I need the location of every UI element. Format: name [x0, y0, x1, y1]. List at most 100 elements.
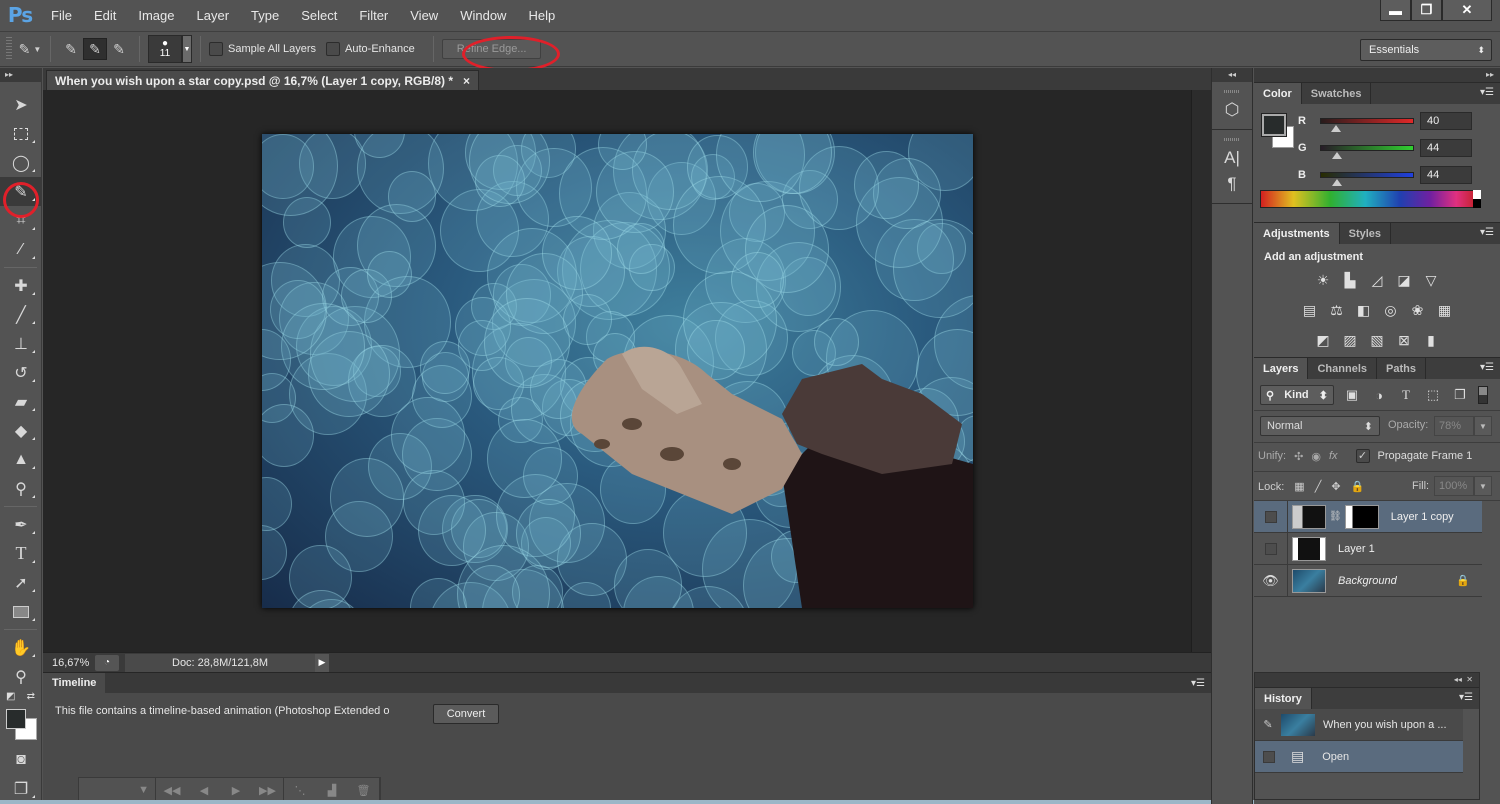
vertical-scrollbar[interactable] [1191, 90, 1211, 652]
status-info-icon[interactable]: ◔ [95, 654, 119, 671]
panel-menu-icon[interactable]: ▾☰ [1480, 227, 1494, 238]
green-slider-thumb[interactable] [1332, 152, 1342, 159]
blue-value-input[interactable]: 44 [1420, 166, 1472, 184]
posterize-icon[interactable]: ▨ [1341, 332, 1359, 348]
layer-row[interactable]: 👁 Background 🔒 [1254, 564, 1482, 597]
options-bar-grip[interactable] [6, 37, 12, 61]
channel-mixer-icon[interactable]: ❀ [1409, 302, 1427, 318]
fill-input[interactable]: 100% [1434, 476, 1474, 496]
tab-swatches[interactable]: Swatches [1302, 83, 1372, 104]
opacity-input[interactable]: 78% [1434, 416, 1474, 436]
photo-filter-icon[interactable]: ◎ [1382, 302, 1400, 318]
previous-frame-button[interactable]: ◀ [188, 778, 220, 802]
foreground-color-swatch[interactable] [6, 709, 26, 729]
layer-row[interactable]: ⛓ Layer 1 copy [1254, 500, 1482, 533]
lock-transparent-icon[interactable]: ▦ [1294, 480, 1304, 493]
smart-object-filter-icon[interactable]: ❐ [1451, 387, 1469, 403]
default-colors-icon[interactable]: ◩ [6, 691, 15, 705]
delete-frame-button[interactable]: 🗑 [348, 778, 380, 802]
threshold-icon[interactable]: ▧ [1368, 332, 1386, 348]
clone-stamp-tool[interactable]: ⊥ [0, 329, 42, 358]
menu-file[interactable]: File [40, 8, 83, 23]
color-lookup-icon[interactable]: ▦ [1436, 302, 1454, 318]
adjustment-layer-filter-icon[interactable]: ◑ [1370, 388, 1388, 403]
tool-preset-picker[interactable]: ✎ ▼ [18, 38, 42, 60]
rectangular-marquee-tool[interactable] [0, 119, 42, 148]
link-icon[interactable]: ⛓ [1329, 511, 1342, 522]
sample-all-layers-checkbox[interactable] [209, 42, 223, 56]
dodge-tool[interactable]: ⚲ [0, 474, 42, 503]
expand-tools-button[interactable]: ▸▸ [0, 68, 41, 82]
red-slider-thumb[interactable] [1331, 125, 1341, 132]
expand-panels-button[interactable]: ▸▸ [1254, 68, 1500, 82]
paint-bucket-tool[interactable]: ◆ [0, 416, 42, 445]
play-button[interactable]: ▶ [220, 778, 252, 802]
tab-styles[interactable]: Styles [1340, 223, 1392, 244]
curves-icon[interactable]: ◿ [1368, 272, 1386, 288]
black-white-icon[interactable]: ◧ [1355, 302, 1373, 318]
color-foreground-swatch[interactable] [1261, 113, 1287, 137]
green-value-input[interactable]: 44 [1420, 139, 1472, 157]
3d-panel-button[interactable]: ⬡ [1212, 97, 1252, 123]
panel-menu-icon[interactable]: ▾☰ [1480, 362, 1494, 373]
rectangle-tool[interactable] [0, 597, 42, 626]
swap-colors-icon[interactable]: ⇄ [27, 691, 35, 705]
close-window-button[interactable]: ✕ [1442, 0, 1492, 21]
convert-button[interactable]: Convert [433, 704, 499, 724]
tween-button[interactable]: ⋱ [284, 778, 316, 802]
white-swatch[interactable] [1473, 190, 1481, 199]
pen-tool[interactable]: ✒ [0, 510, 42, 539]
color-spectrum-ramp[interactable] [1260, 190, 1479, 208]
menu-layer[interactable]: Layer [186, 8, 241, 23]
eyedropper-tool[interactable]: ⁄ [0, 235, 42, 264]
tab-channels[interactable]: Channels [1308, 358, 1377, 379]
unify-style-icon[interactable]: fx [1329, 450, 1338, 462]
quick-selection-tool[interactable]: ✎ [0, 177, 42, 206]
unify-visibility-icon[interactable]: ◉ [1311, 450, 1321, 463]
tab-color[interactable]: Color [1254, 83, 1302, 104]
gradient-map-icon[interactable]: ▮ [1422, 332, 1440, 348]
menu-edit[interactable]: Edit [83, 8, 127, 23]
next-frame-button[interactable]: ▶▶ [252, 778, 284, 802]
spot-healing-brush-tool[interactable]: ✚ [0, 271, 42, 300]
filter-kind-dropdown[interactable]: ⚲ Kind ⬍ [1260, 385, 1334, 405]
panel-menu-icon[interactable]: ▾☰ [1459, 692, 1473, 703]
history-snapshot[interactable]: ✎ When you wish upon a ... [1255, 709, 1463, 741]
visibility-toggle[interactable]: 👁 [1254, 564, 1288, 597]
layer-mask-thumbnail[interactable] [1344, 504, 1379, 529]
history-brush-source-icon[interactable]: ✎ [1255, 718, 1281, 731]
menu-image[interactable]: Image [127, 8, 185, 23]
propagate-frame-checkbox[interactable]: ✓ [1355, 449, 1370, 463]
collapse-dock-button[interactable]: ◂◂ [1212, 68, 1252, 82]
tab-layers[interactable]: Layers [1254, 358, 1309, 379]
paragraph-panel-button[interactable]: ¶ [1212, 171, 1252, 197]
minimize-button[interactable]: ▬ [1380, 0, 1411, 21]
auto-enhance-checkbox[interactable] [326, 42, 341, 56]
menu-window[interactable]: Window [449, 8, 517, 23]
panel-menu-icon[interactable]: ▾☰ [1191, 678, 1205, 689]
lasso-tool[interactable]: ◯ [0, 148, 42, 177]
color-balance-icon[interactable]: ⚖ [1328, 302, 1346, 318]
panel-menu-icon[interactable]: ▾☰ [1480, 87, 1494, 98]
brush-dropdown[interactable]: ▼ [182, 35, 192, 63]
zoom-level[interactable]: 16,67% [43, 657, 95, 669]
crop-tool[interactable]: ⌗ [0, 206, 42, 235]
move-tool[interactable]: ➤ [0, 90, 42, 119]
path-selection-tool[interactable]: ➚ [0, 568, 42, 597]
menu-filter[interactable]: Filter [348, 8, 399, 23]
levels-icon[interactable]: ▙ [1341, 272, 1359, 288]
first-frame-button[interactable]: ◀◀ [156, 778, 188, 802]
tab-history[interactable]: History [1255, 688, 1312, 709]
blur-tool[interactable]: ▲ [0, 445, 42, 474]
type-tool[interactable]: T [0, 539, 42, 568]
green-slider[interactable] [1320, 145, 1414, 159]
timeline-options-dropdown[interactable]: ▼ [79, 778, 156, 802]
exposure-icon[interactable]: ◪ [1395, 272, 1413, 288]
unify-position-icon[interactable]: ✣ [1294, 450, 1303, 463]
tab-paths[interactable]: Paths [1377, 358, 1426, 379]
character-panel-button[interactable]: A| [1212, 145, 1252, 171]
red-slider[interactable] [1320, 118, 1414, 132]
vibrance-icon[interactable]: ▽ [1422, 272, 1440, 288]
menu-type[interactable]: Type [240, 8, 290, 23]
eraser-tool[interactable]: ▰ [0, 387, 42, 416]
